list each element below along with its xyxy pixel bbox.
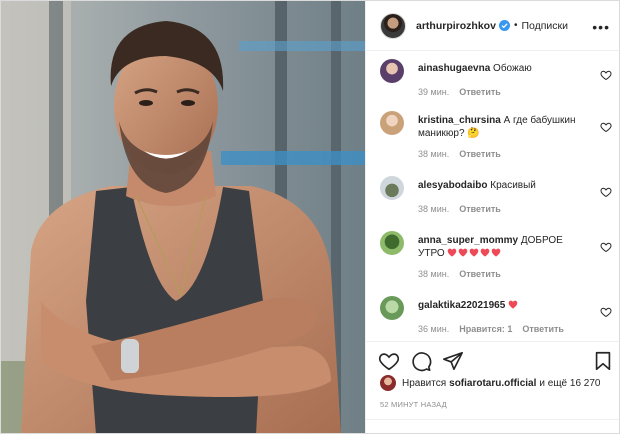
commenter-username[interactable]: alesyabodaibo xyxy=(418,180,487,191)
comment-meta: 39 мин. Ответить xyxy=(418,87,501,97)
red-heart-icon xyxy=(481,248,490,257)
comment-text: ainashugaevna Обожаю xyxy=(418,62,588,75)
reply-button[interactable]: Ответить xyxy=(459,87,501,97)
like-comment-heart-icon[interactable] xyxy=(600,121,612,133)
likes-summary: Нравится sofiarotaru.official и ещё 16 2… xyxy=(380,375,616,391)
comment-time: 38 мин. xyxy=(418,269,450,279)
red-heart-icon xyxy=(470,248,479,257)
red-heart-icon xyxy=(492,248,501,257)
author-avatar[interactable] xyxy=(380,12,406,39)
verified-badge-icon xyxy=(498,20,510,31)
post-side-panel: arthurpirozhkov • Подписки ••• ainashuga… xyxy=(365,1,619,433)
likes-count-link[interactable]: и ещё 16 270 xyxy=(539,378,600,389)
commenter-avatar[interactable] xyxy=(380,231,404,255)
red-heart-icon xyxy=(508,300,518,309)
post-actions-bar xyxy=(366,341,619,379)
save-bookmark-icon[interactable] xyxy=(592,350,614,372)
post-photo-image xyxy=(1,1,365,433)
comments-list: ainashugaevna Обожаю 39 мин. Ответить kr… xyxy=(366,51,619,341)
like-comment-heart-icon[interactable] xyxy=(600,241,612,253)
comment-body: Красивый xyxy=(490,180,536,191)
comment-text: alesyabodaibo Красивый xyxy=(418,179,588,192)
reply-button[interactable]: Ответить xyxy=(459,269,501,279)
liker-avatar[interactable] xyxy=(380,375,396,391)
author-username[interactable]: arthurpirozhkov xyxy=(416,20,496,32)
more-options-icon[interactable]: ••• xyxy=(592,19,610,35)
add-comment-area[interactable] xyxy=(366,419,619,433)
red-heart-emoji xyxy=(508,300,519,311)
commenter-avatar[interactable] xyxy=(380,59,404,83)
comment-body: Обожаю xyxy=(493,63,532,74)
likes-prefix: Нравится xyxy=(402,377,447,389)
instagram-post: arthurpirozhkov • Подписки ••• ainashuga… xyxy=(0,0,620,434)
comment-meta: 38 мин. Ответить xyxy=(418,149,501,159)
comment-time: 39 мин. xyxy=(418,87,450,97)
separator-dot: • xyxy=(513,20,518,31)
liker-username[interactable]: sofiarotaru.official xyxy=(449,378,536,389)
commenter-avatar[interactable] xyxy=(380,296,404,320)
like-comment-heart-icon[interactable] xyxy=(600,306,612,318)
comment-time: 36 мин. xyxy=(418,324,450,334)
post-photo[interactable] xyxy=(1,1,365,433)
comment-text: galaktika22021965 xyxy=(418,299,588,312)
comment-text: kristina_chursina А где бабушкин маникюр… xyxy=(418,114,588,140)
commenter-username[interactable]: kristina_chursina xyxy=(418,115,501,126)
commenter-username[interactable]: anna_super_mommy xyxy=(418,235,518,246)
comment-meta: 38 мин. Ответить xyxy=(418,204,501,214)
comment-meta: 38 мин. Ответить xyxy=(418,269,501,279)
commenter-username[interactable]: galaktika22021965 xyxy=(418,300,505,311)
reply-button[interactable]: Ответить xyxy=(459,204,501,214)
comment-likes-count[interactable]: Нравится: 1 xyxy=(459,324,512,334)
comment-text: anna_super_mommy ДОБРОЕ УТРО xyxy=(418,234,588,260)
red-hearts-emoji-group xyxy=(447,248,502,259)
post-timestamp: 52 МИНУТ НАЗАД xyxy=(380,400,447,409)
comment-time: 38 мин. xyxy=(418,204,450,214)
like-heart-icon[interactable] xyxy=(378,350,400,372)
commenter-avatar[interactable] xyxy=(380,111,404,135)
like-comment-heart-icon[interactable] xyxy=(600,186,612,198)
commenter-username[interactable]: ainashugaevna xyxy=(418,63,490,74)
comment-meta: 36 мин. Нравится: 1 Ответить xyxy=(418,324,564,334)
reply-button[interactable]: Ответить xyxy=(459,149,501,159)
share-paper-plane-icon[interactable] xyxy=(442,350,464,372)
commenter-avatar[interactable] xyxy=(380,176,404,200)
follow-status-button[interactable]: Подписки xyxy=(521,20,568,32)
red-heart-icon xyxy=(448,248,457,257)
like-comment-heart-icon[interactable] xyxy=(600,69,612,81)
post-header: arthurpirozhkov • Подписки ••• xyxy=(366,1,619,51)
comment-bubble-icon[interactable] xyxy=(410,350,432,372)
reply-button[interactable]: Ответить xyxy=(522,324,564,334)
comment-time: 38 мин. xyxy=(418,149,450,159)
red-heart-icon xyxy=(459,248,468,257)
